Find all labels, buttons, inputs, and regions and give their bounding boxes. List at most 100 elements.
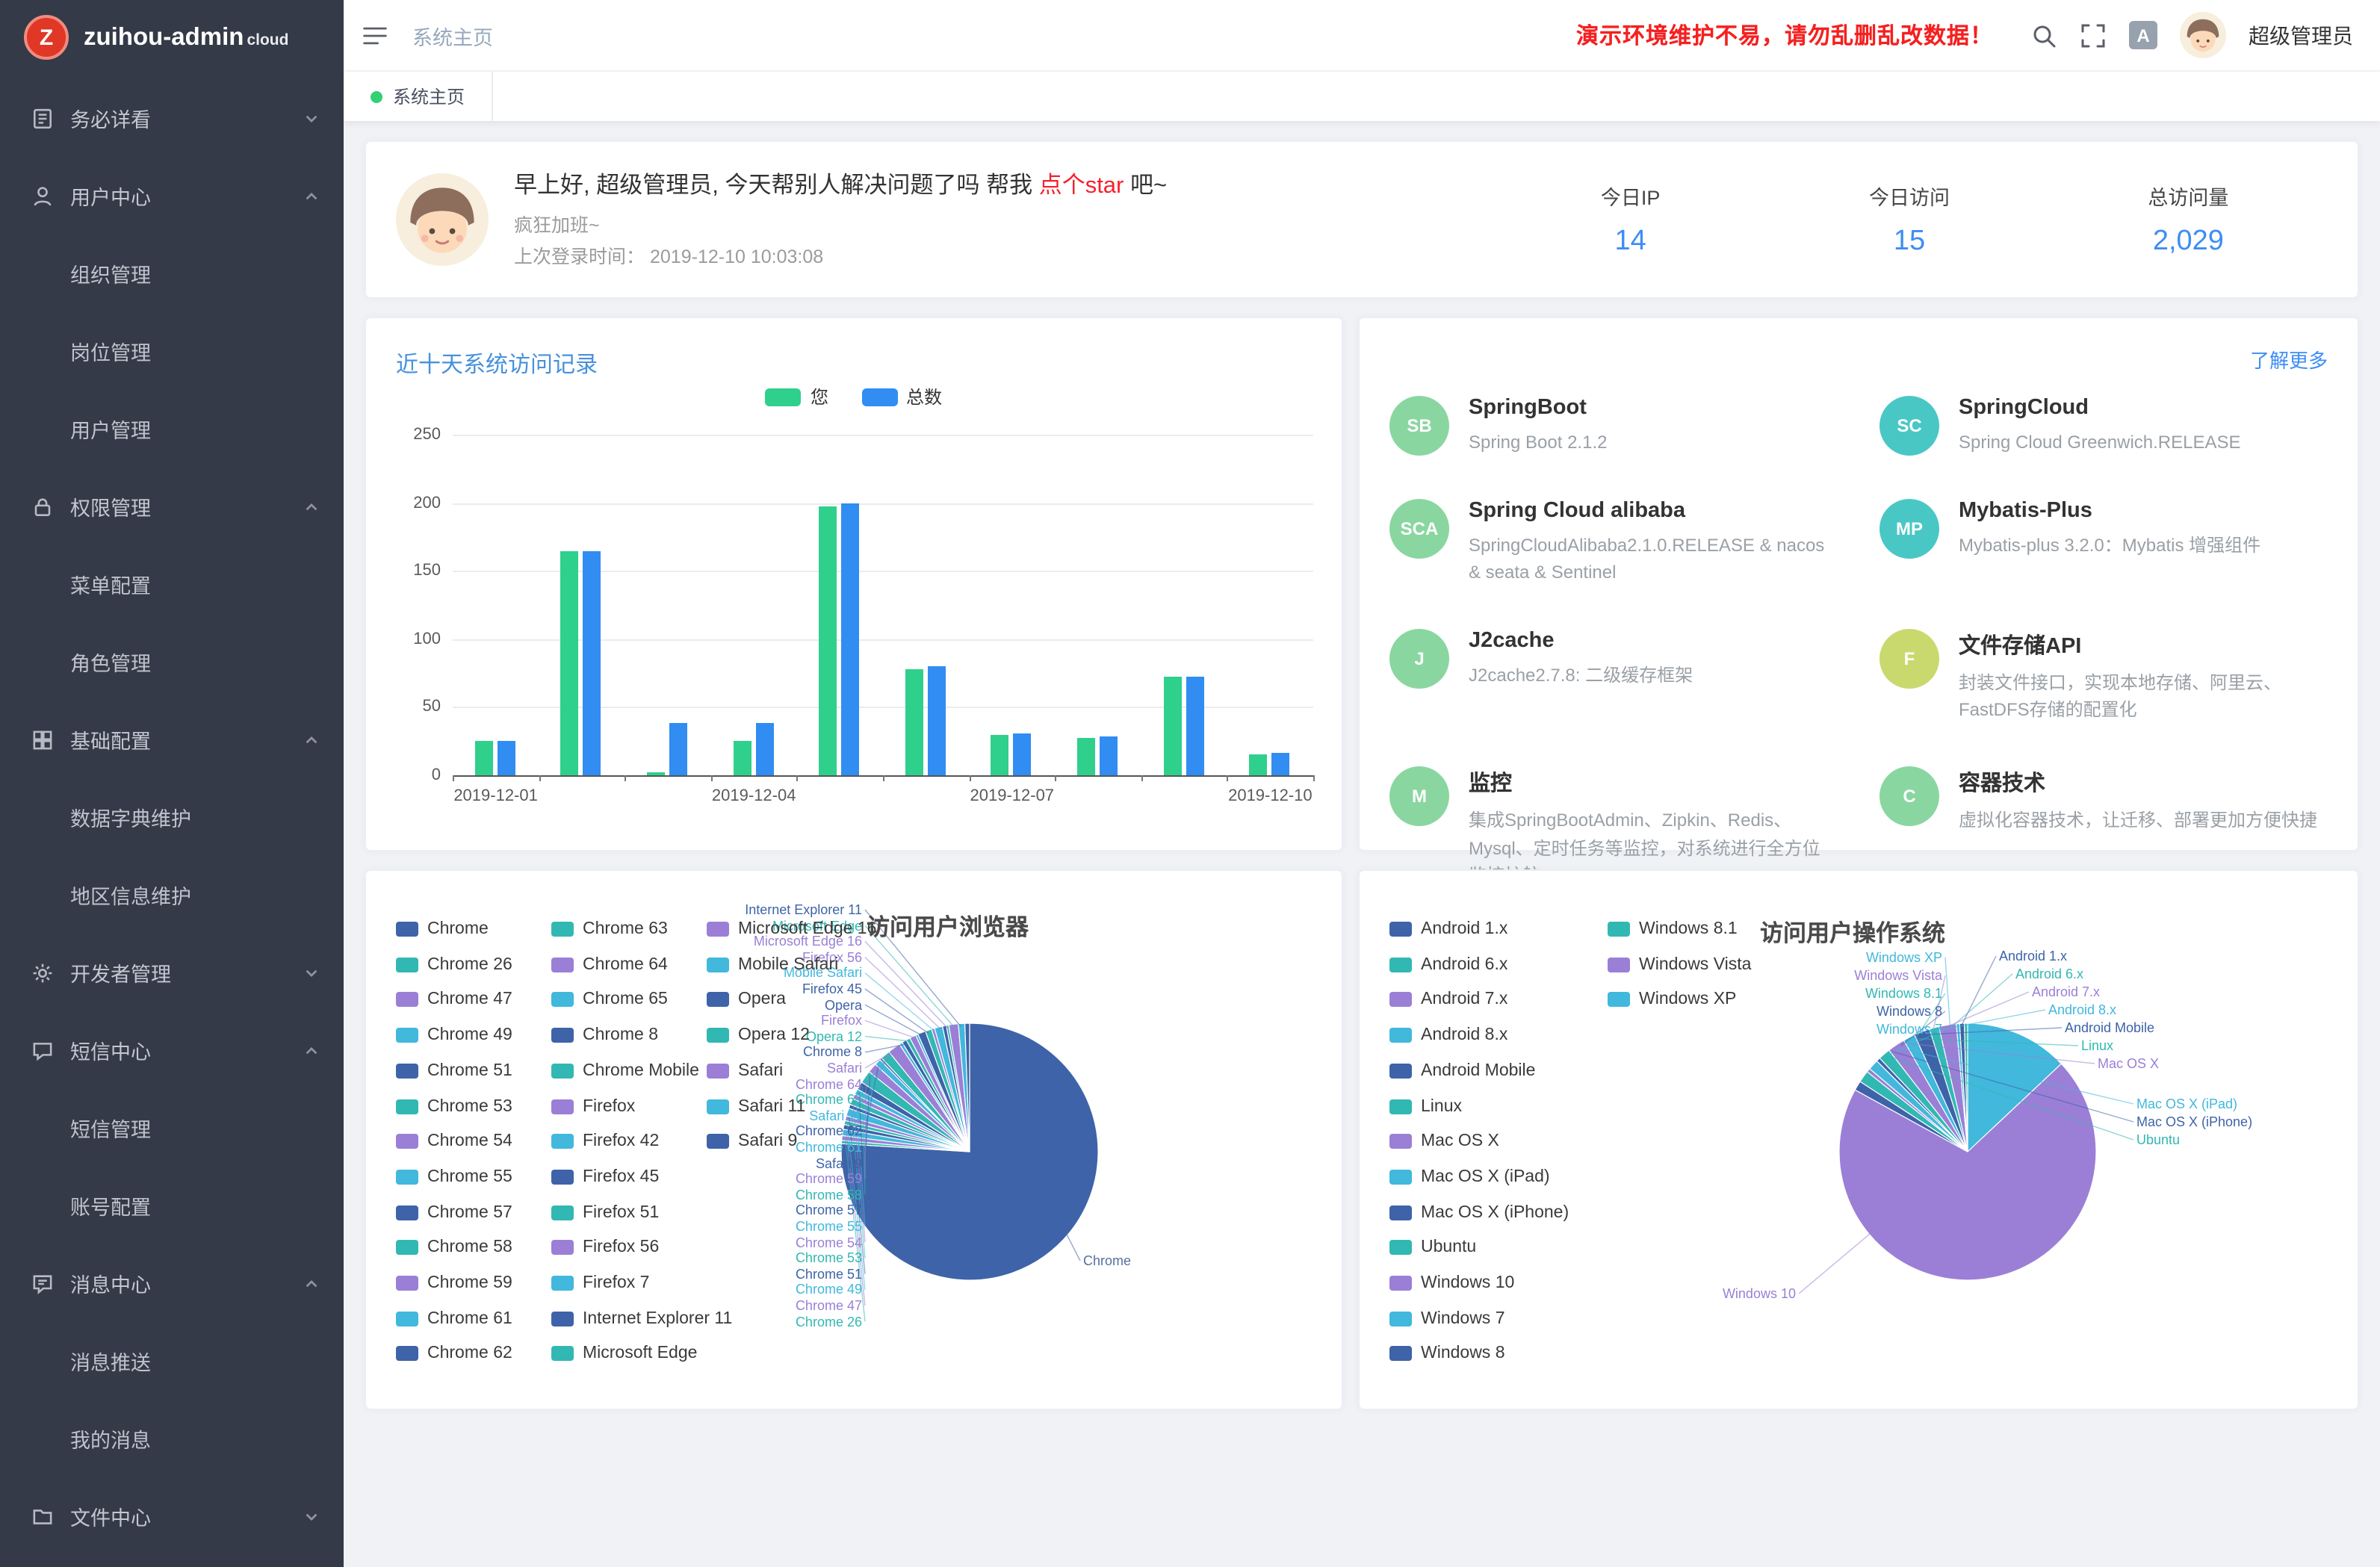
legend-item[interactable]: Chrome 53 xyxy=(396,1097,512,1115)
sidebar-item[interactable]: 开发者管理 xyxy=(0,934,344,1011)
legend-item[interactable]: Windows 7 xyxy=(1389,1309,1505,1327)
bar-series-0[interactable] xyxy=(991,734,1009,775)
sidebar-item[interactable]: 权限管理 xyxy=(0,468,344,545)
bar-series-0[interactable] xyxy=(647,772,665,775)
legend-item[interactable]: Windows Vista xyxy=(1608,955,1751,973)
legend-item[interactable]: Android 6.x xyxy=(1389,955,1507,973)
sidebar-item[interactable]: 短信中心 xyxy=(0,1011,344,1089)
tech-item[interactable]: SCASpring Cloud alibabaSpringCloudAlibab… xyxy=(1369,489,1859,595)
legend-item[interactable]: Android Mobile xyxy=(1389,1062,1535,1080)
learn-more-link[interactable]: 了解更多 xyxy=(2250,345,2328,373)
sidebar-subitem[interactable]: 角色管理 xyxy=(0,623,344,701)
legend-item[interactable]: Windows 8.1 xyxy=(1608,920,1738,938)
bar-series-0[interactable] xyxy=(819,507,837,775)
tech-item[interactable]: SCSpringCloudSpring Cloud Greenwich.RELE… xyxy=(1859,387,2349,465)
legend-item[interactable]: Firefox 51 xyxy=(551,1203,659,1221)
legend-item[interactable]: Windows XP xyxy=(1608,991,1736,1009)
legend-item[interactable]: Opera 12 xyxy=(707,1026,810,1044)
legend-item[interactable]: Safari 11 xyxy=(707,1097,805,1115)
sidebar-item[interactable]: 用户中心 xyxy=(0,157,344,235)
legend-item[interactable]: Mac OS X (iPhone) xyxy=(1389,1203,1569,1221)
legend-item[interactable]: Firefox 7 xyxy=(551,1274,650,1292)
legend-item[interactable]: Android 7.x xyxy=(1389,991,1507,1009)
legend-item[interactable]: Chrome 61 xyxy=(396,1309,512,1327)
legend-item[interactable]: Linux xyxy=(1389,1097,1462,1115)
bar-series-1[interactable] xyxy=(1271,754,1289,775)
bar-series-1[interactable] xyxy=(841,503,859,775)
legend-item[interactable]: Chrome Mobile xyxy=(551,1062,699,1080)
legend-item[interactable]: Android 1.x xyxy=(1389,920,1507,938)
sidebar-subitem[interactable]: 组织管理 xyxy=(0,235,344,312)
sidebar-subitem[interactable]: 用户管理 xyxy=(0,390,344,468)
sidebar-subitem[interactable]: 地区信息维护 xyxy=(0,856,344,934)
bar-series-0[interactable] xyxy=(561,550,579,775)
bar-series-1[interactable] xyxy=(1100,737,1118,775)
legend-item[interactable]: Ubuntu xyxy=(1389,1239,1476,1257)
legend-item[interactable]: Firefox 56 xyxy=(551,1239,659,1257)
legend-item[interactable]: Microsoft Edge 16 xyxy=(707,920,876,938)
sidebar-subitem[interactable]: 短信管理 xyxy=(0,1089,344,1167)
legend-item[interactable]: Opera xyxy=(707,991,786,1009)
bar-series-0[interactable] xyxy=(475,741,493,775)
tech-item[interactable]: JJ2cacheJ2cache2.7.8: 二级缓存框架 xyxy=(1369,620,1859,733)
bar-series-1[interactable] xyxy=(755,724,773,775)
bar-series-0[interactable] xyxy=(1249,755,1267,775)
sidebar-subitem[interactable]: 岗位管理 xyxy=(0,312,344,390)
bar-series-1[interactable] xyxy=(928,666,946,775)
legend-item[interactable]: Firefox 45 xyxy=(551,1168,659,1186)
legend-item[interactable]: Chrome 57 xyxy=(396,1203,512,1221)
legend-item[interactable]: Chrome 26 xyxy=(396,955,512,973)
legend-item[interactable]: Chrome 8 xyxy=(551,1026,658,1044)
sidebar-subitem[interactable]: 账号配置 xyxy=(0,1167,344,1244)
sidebar-subitem[interactable]: 菜单配置 xyxy=(0,545,344,623)
legend-item[interactable]: Internet Explorer 11 xyxy=(551,1309,732,1327)
sidebar-subitem[interactable]: 我的消息 xyxy=(0,1400,344,1477)
bar-series-1[interactable] xyxy=(669,724,687,775)
username[interactable]: 超级管理员 xyxy=(2249,20,2353,50)
sidebar-item[interactable]: 文件中心 xyxy=(0,1477,344,1555)
legend-item[interactable]: Chrome xyxy=(396,920,489,938)
legend-item[interactable]: Mac OS X (iPad) xyxy=(1389,1168,1550,1186)
sidebar-item[interactable]: 基础配置 xyxy=(0,701,344,778)
hamburger-icon[interactable] xyxy=(362,22,388,49)
legend-item[interactable]: Chrome 62 xyxy=(396,1345,512,1363)
legend-item[interactable]: Chrome 58 xyxy=(396,1239,512,1257)
legend-item[interactable]: Chrome 55 xyxy=(396,1168,512,1186)
sidebar-item[interactable]: 消息中心 xyxy=(0,1244,344,1322)
legend-item[interactable]: Chrome 63 xyxy=(551,920,668,938)
legend-item[interactable]: 总数 xyxy=(861,384,942,409)
legend-item[interactable]: Mac OS X xyxy=(1389,1132,1499,1150)
legend-item[interactable]: Chrome 51 xyxy=(396,1062,512,1080)
sidebar-item[interactable]: 务必详看 xyxy=(0,79,344,157)
sidebar-subitem[interactable]: 消息推送 xyxy=(0,1322,344,1400)
bar-series-1[interactable] xyxy=(1186,677,1203,775)
bar-series-0[interactable] xyxy=(1077,739,1095,775)
legend-item[interactable]: Chrome 65 xyxy=(551,991,668,1009)
legend-item[interactable]: Chrome 47 xyxy=(396,991,512,1009)
app-logo[interactable]: Z zuihou-admincloud xyxy=(0,0,344,75)
legend-item[interactable]: Chrome 59 xyxy=(396,1274,512,1292)
legend-item[interactable]: Firefox xyxy=(551,1097,635,1115)
fullscreen-icon[interactable] xyxy=(2080,22,2107,49)
bar-series-1[interactable] xyxy=(1014,733,1032,775)
legend-item[interactable]: Windows 10 xyxy=(1389,1274,1514,1292)
bar-series-0[interactable] xyxy=(733,741,751,775)
user-avatar[interactable] xyxy=(2180,12,2226,58)
tech-item[interactable]: F文件存储API封装文件接口，实现本地存储、阿里云、FastDFS存储的配置化 xyxy=(1859,620,2349,733)
bar-series-0[interactable] xyxy=(1163,677,1181,775)
legend-item[interactable]: Android 8.x xyxy=(1389,1026,1507,1044)
tech-item[interactable]: SBSpringBootSpring Boot 2.1.2 xyxy=(1369,387,1859,465)
tab-home[interactable]: 系统主页 xyxy=(365,72,493,121)
legend-item[interactable]: Microsoft Edge xyxy=(551,1345,697,1363)
legend-item[interactable]: Windows 8 xyxy=(1389,1345,1505,1363)
legend-item[interactable]: Chrome 54 xyxy=(396,1132,512,1150)
legend-item[interactable]: Safari xyxy=(707,1062,783,1080)
bar-series-1[interactable] xyxy=(498,741,515,775)
sidebar-subitem[interactable]: 数据字典维护 xyxy=(0,778,344,856)
star-link[interactable]: 点个star xyxy=(1039,173,1124,199)
search-icon[interactable] xyxy=(2030,22,2057,49)
legend-item[interactable]: Chrome 49 xyxy=(396,1026,512,1044)
legend-item[interactable]: 您 xyxy=(766,384,828,409)
tech-item[interactable]: MPMybatis-PlusMybatis-plus 3.2.0：Mybatis… xyxy=(1859,489,2349,595)
bar-series-1[interactable] xyxy=(583,550,601,775)
